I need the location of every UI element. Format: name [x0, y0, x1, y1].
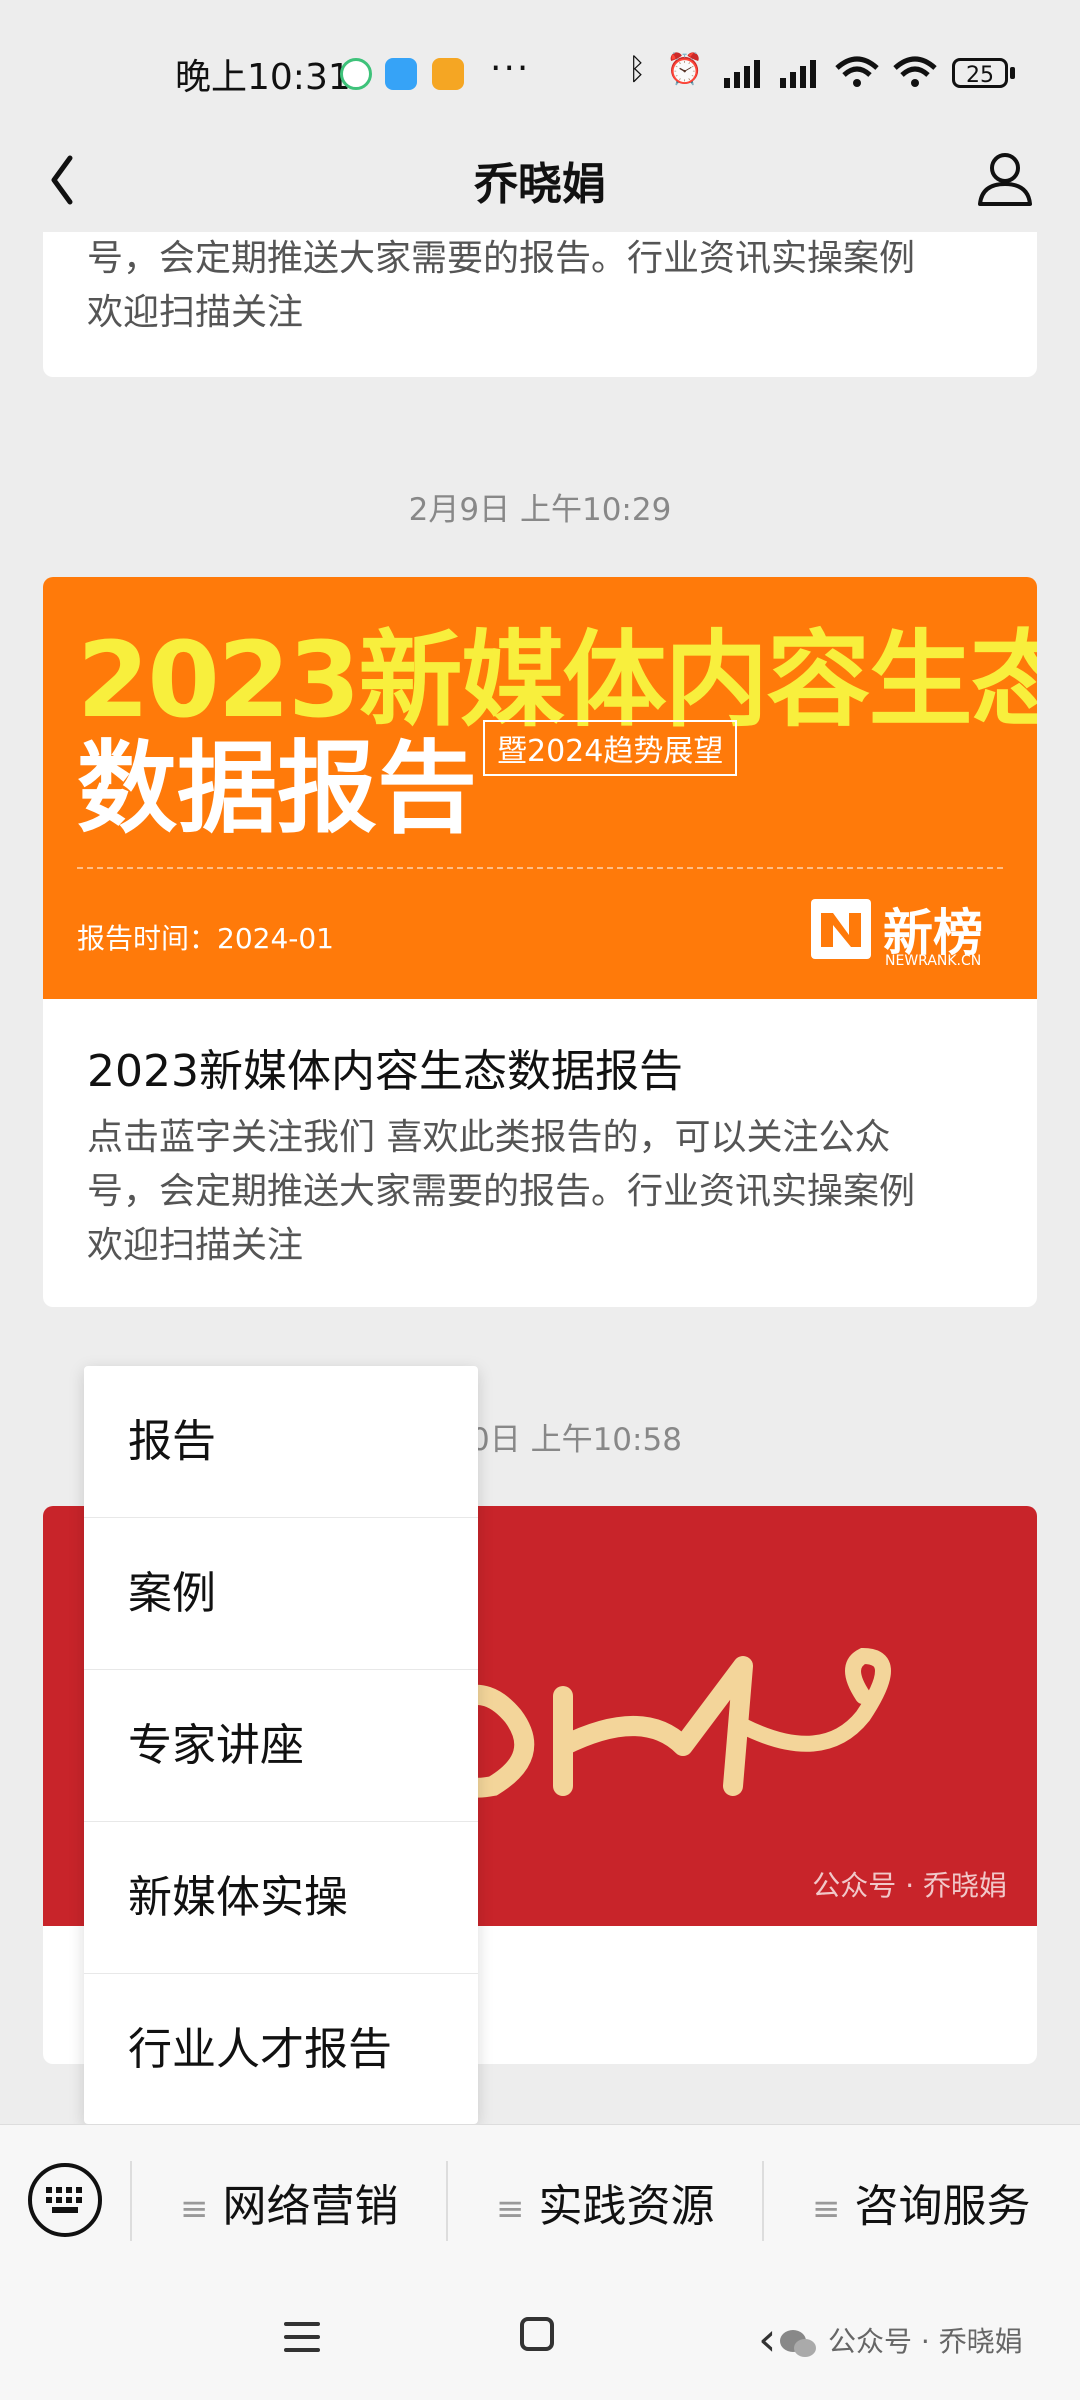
menu-divider — [762, 2161, 764, 2241]
cover-date: 报告时间：2024-01 — [77, 922, 334, 955]
message-timestamp: 0日 上午10:58 — [470, 1414, 682, 1459]
status-bar: 晚上10:31 ··· ᛒ ⏰ 25 — [0, 0, 1080, 130]
keyboard-icon[interactable] — [28, 2163, 102, 2237]
message-timestamp-text: 0日 上午10:58 — [470, 1422, 682, 1458]
submenu-item-new-media-practice[interactable]: 新媒体实操 — [84, 1822, 478, 1974]
submenu-item-expert-lectures[interactable]: 专家讲座 — [84, 1670, 478, 1822]
more-notifications-icon: ··· — [490, 48, 531, 89]
menu-tab-label: 实践资源 — [538, 2181, 715, 2232]
article-card[interactable]: 号，会定期推送大家需要的报告。行业资讯实操案例 欢迎扫描关注 — [43, 232, 1037, 377]
back-nav-icon[interactable]: ‹ — [758, 2312, 776, 2366]
newrank-logo: 新榜 NEWRANK.CN — [811, 895, 1001, 969]
submenu-item-report[interactable]: 报告 — [84, 1366, 478, 1518]
wechat-icon — [780, 2330, 816, 2357]
menu-hamburger-icon: ≡ — [812, 2189, 841, 2229]
home-icon[interactable] — [520, 2317, 554, 2351]
menu-divider — [446, 2161, 448, 2241]
menu-tab-label: 咨询服务 — [854, 2181, 1031, 2232]
page-title: 乔晓娟 — [474, 159, 606, 210]
article-title: 2023新媒体内容生态数据报告 — [87, 1046, 683, 1097]
watermark: 公众号 · 乔晓娟 — [812, 1869, 1007, 1902]
profile-icon[interactable] — [970, 138, 1040, 218]
chat-header: 乔晓娟 — [0, 130, 1080, 232]
menu-tab-practice-resources[interactable]: ≡ 实践资源 — [496, 2170, 715, 2234]
menu-tab-consulting[interactable]: ≡ 咨询服务 — [812, 2170, 1031, 2234]
battery-icon: 25 — [952, 58, 1008, 88]
weibo-icon — [432, 58, 464, 90]
cover-headline-2: 数据报告 — [77, 730, 477, 847]
newrank-logo-sub: NEWRANK.CN — [885, 953, 982, 969]
article-description: 点击蓝字关注我们 喜欢此类报告的，可以关注公众 — [87, 1117, 891, 1158]
official-account-menu-bar: ≡ 网络营销 ≡ 实践资源 ≡ 咨询服务 — [0, 2124, 1080, 2277]
system-navigation-bar: ‹ 公众号 · 乔晓娟 — [0, 2276, 1080, 2400]
signal-icon — [780, 60, 816, 88]
article-description: 欢迎扫描关注 — [87, 292, 304, 333]
status-time: 晚上10:31 — [175, 57, 351, 98]
article-cover-image: 2023新媒体内容生态 数据报告 暨2024趋势展望 报告时间：2024-01 … — [43, 577, 1037, 999]
app-notification-icon — [385, 58, 417, 90]
submenu-item-industry-talent-report[interactable]: 行业人才报告 — [84, 1974, 478, 2126]
app-notification-icon — [340, 58, 372, 90]
bluetooth-icon: ᛒ — [628, 52, 646, 87]
menu-tab-label: 网络营销 — [222, 2181, 399, 2232]
menu-tab-online-marketing[interactable]: ≡ 网络营销 — [180, 2170, 399, 2234]
article-description: 欢迎扫描关注 — [87, 1225, 304, 1266]
watermark: 公众号 · 乔晓娟 — [828, 2325, 1023, 2358]
submenu-item-cases[interactable]: 案例 — [84, 1518, 478, 1670]
article-description: 号，会定期推送大家需要的报告。行业资讯实操案例 — [87, 1171, 916, 1212]
menu-hamburger-icon: ≡ — [496, 2189, 525, 2229]
recent-apps-icon[interactable] — [284, 2322, 320, 2354]
cover-divider — [77, 867, 1003, 869]
cover-subtitle: 暨2024趋势展望 — [483, 720, 738, 776]
submenu-popup: 报告 案例 专家讲座 新媒体实操 行业人才报告 — [84, 1366, 478, 2124]
article-card[interactable]: 2023新媒体内容生态 数据报告 暨2024趋势展望 报告时间：2024-01 … — [43, 577, 1037, 1307]
alarm-icon: ⏰ — [666, 52, 704, 87]
menu-divider — [130, 2161, 132, 2241]
wifi-icon — [893, 56, 937, 87]
battery-tip — [1010, 67, 1015, 79]
newrank-logo-icon — [811, 899, 871, 959]
signal-icon — [724, 60, 760, 88]
article-description: 号，会定期推送大家需要的报告。行业资讯实操案例 — [87, 238, 916, 279]
message-timestamp: 2月9日 上午10:29 — [408, 492, 672, 528]
menu-hamburger-icon: ≡ — [180, 2189, 209, 2229]
wifi-icon — [835, 56, 879, 87]
